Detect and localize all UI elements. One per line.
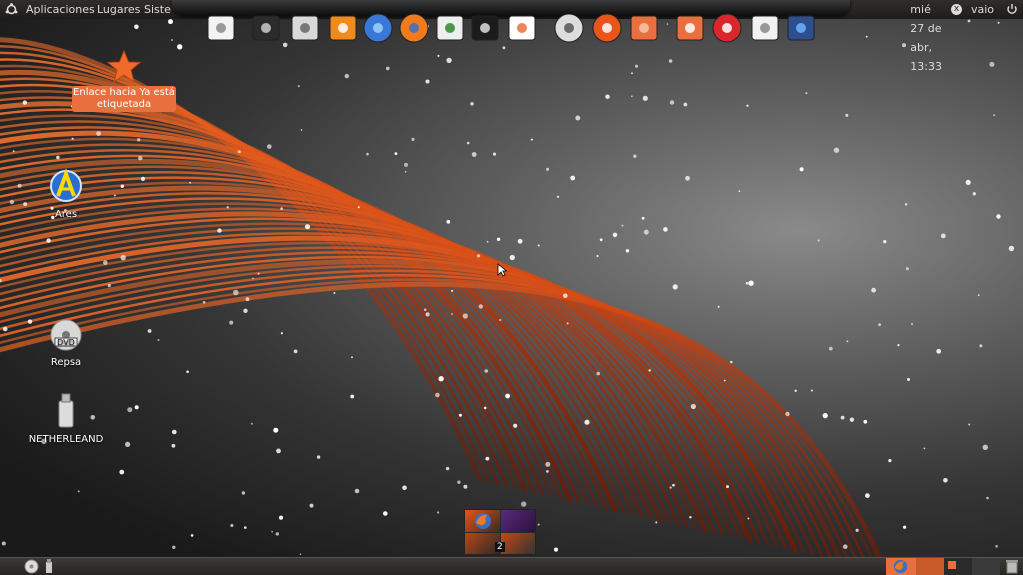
menu-system[interactable]: Siste	[141, 0, 174, 19]
pointer-icon[interactable]	[785, 12, 817, 44]
screenshot-icon[interactable]	[506, 12, 538, 44]
workspace-2[interactable]	[501, 510, 535, 532]
taskbar-firefox-window[interactable]	[886, 558, 916, 575]
desktop-icon-ares[interactable]: Ares	[36, 168, 96, 220]
pager-mini-workspace-3[interactable]	[972, 558, 1000, 575]
desktop-icon-netherleand[interactable]: NETHERLEAND	[24, 393, 108, 445]
menu-places[interactable]: Lugares	[94, 0, 143, 19]
dvd-icon: DVD	[50, 319, 82, 351]
calculator-icon[interactable]	[289, 12, 321, 44]
ares-icon	[50, 168, 82, 202]
bottom-panel	[0, 557, 1023, 575]
pager-mini-workspace-1[interactable]	[916, 558, 944, 575]
search-icon[interactable]	[553, 12, 585, 44]
mail-icon[interactable]	[749, 12, 781, 44]
network-icon[interactable]	[434, 12, 466, 44]
star-icon[interactable]	[106, 50, 142, 84]
desktop-tooltip: Enlace hacia Ya está etiquetada	[72, 86, 176, 112]
desktop-icon-label: Ares	[54, 209, 78, 220]
svg-text:DVD: DVD	[57, 338, 75, 347]
workspace-1[interactable]	[465, 510, 500, 532]
trash-icon[interactable]	[1005, 559, 1019, 574]
menu-applications[interactable]: Aplicaciones	[23, 0, 98, 19]
terminal-icon[interactable]	[250, 12, 282, 44]
ubuntu-logo-icon[interactable]	[5, 3, 18, 16]
ubuntu-icon[interactable]	[591, 12, 623, 44]
workspace-4[interactable]	[501, 533, 535, 554]
downloads-folder-icon[interactable]	[674, 12, 706, 44]
desktop-icon-label: Repsa	[50, 357, 82, 368]
clock[interactable]: mié 27 de abr, 13:33	[907, 0, 945, 73]
firefox-icon	[475, 513, 491, 529]
desktop-icon-repsa[interactable]: DVD Repsa	[36, 318, 96, 368]
text-editor-icon[interactable]	[205, 12, 237, 44]
power-menu-icon[interactable]	[1006, 3, 1018, 15]
eclipse-icon[interactable]	[469, 12, 501, 44]
desktop-icon-label: NETHERLEAND	[28, 434, 104, 445]
files-icon[interactable]	[628, 12, 660, 44]
workspace-number: 2	[495, 542, 505, 552]
show-desktop-icon[interactable]	[24, 559, 39, 574]
vlc-icon[interactable]	[327, 12, 359, 44]
workspace-switcher[interactable]: 2	[464, 509, 536, 555]
power-icon[interactable]	[711, 12, 743, 44]
pager-mini-workspace-2[interactable]	[944, 558, 972, 575]
user-menu[interactable]: vaio	[968, 0, 997, 19]
firefox-icon	[893, 559, 908, 574]
firefox-icon[interactable]	[398, 12, 430, 44]
user-status-icon[interactable]: x	[951, 4, 962, 15]
usb-applet-icon[interactable]	[45, 559, 53, 574]
mouse-pointer-icon	[497, 263, 507, 277]
usb-drive-icon	[58, 393, 74, 428]
messenger-icon[interactable]	[362, 12, 394, 44]
